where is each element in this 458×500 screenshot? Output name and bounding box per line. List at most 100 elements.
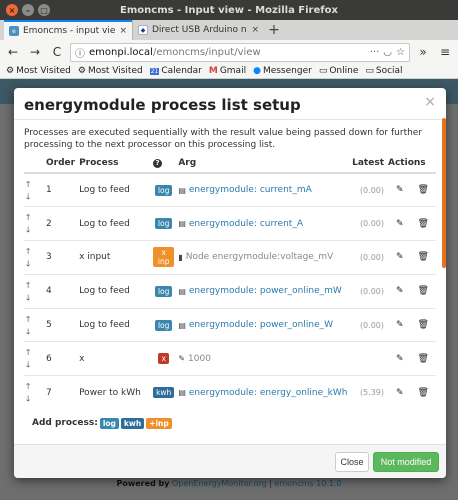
- bookmark-calendar[interactable]: 21 Calendar: [149, 66, 202, 76]
- row-process: x input: [77, 240, 152, 275]
- move-up-arrow-icon[interactable]: 🡑: [26, 180, 42, 188]
- bookmark-online[interactable]: ▭ Online: [319, 66, 359, 76]
- hamburger-menu-icon[interactable]: ≡: [436, 43, 454, 61]
- row-arg[interactable]: energymodule: power_online_W: [189, 320, 333, 330]
- move-down-arrow-icon[interactable]: 🡓: [26, 327, 42, 335]
- row-order: 3: [44, 240, 78, 275]
- add-log-badge[interactable]: log: [99, 417, 119, 429]
- add-kwh-badge[interactable]: kwh: [120, 417, 145, 429]
- window-close-button[interactable]: ×: [6, 4, 18, 16]
- move-up-arrow-icon[interactable]: 🡑: [26, 383, 42, 391]
- gear-icon: ⚙: [77, 66, 86, 76]
- window-minimize-button[interactable]: –: [22, 4, 34, 16]
- edit-pencil-icon[interactable]: ✎: [396, 185, 404, 195]
- process-list-modal: energymodule process list setup × Proces…: [14, 88, 446, 478]
- move-down-arrow-icon[interactable]: 🡓: [26, 259, 42, 267]
- edit-pencil-icon[interactable]: ✎: [396, 388, 404, 398]
- table-row: 🡑 🡓 3 x input x inp ▮ Node energymodule:voltag…: [24, 240, 436, 275]
- add-inp-badge[interactable]: +inp: [146, 417, 172, 429]
- edit-pencil-icon[interactable]: ✎: [396, 252, 404, 262]
- sidebar-overflow-icon[interactable]: »: [414, 43, 432, 61]
- edit-pencil-icon[interactable]: ✎: [396, 286, 404, 296]
- row-process: Log to feed: [77, 172, 152, 207]
- header-actions: Actions: [386, 157, 436, 174]
- move-up-arrow-icon[interactable]: 🡑: [26, 349, 42, 357]
- row-arg[interactable]: energymodule: energy_online_kWh: [189, 388, 348, 398]
- tab-close-icon[interactable]: ×: [251, 25, 259, 35]
- bookmark-star-icon[interactable]: ☆: [396, 47, 405, 58]
- bookmark-most-visited-1[interactable]: ⚙ Most Visited: [6, 66, 71, 76]
- delete-trash-icon[interactable]: 🗑: [418, 252, 429, 262]
- back-arrow-icon[interactable]: ←: [4, 43, 22, 61]
- tab-close-icon[interactable]: ×: [119, 26, 127, 36]
- window-maximize-button[interactable]: □: [38, 4, 50, 16]
- row-latest: (0.00): [350, 273, 386, 309]
- delete-trash-icon[interactable]: 🗑: [418, 286, 429, 296]
- row-process: Log to feed: [77, 307, 152, 342]
- feed-icon: ▤: [178, 320, 186, 330]
- page-actions-icon[interactable]: ···: [370, 47, 380, 58]
- row-latest: [350, 341, 386, 376]
- tab-arduino[interactable]: ◆ Direct USB Arduino not s ×: [132, 20, 264, 40]
- row-arg[interactable]: energymodule: current_A: [189, 219, 303, 229]
- help-icon[interactable]: ?: [151, 157, 177, 174]
- bookmark-social[interactable]: ▭ Social: [365, 66, 402, 76]
- row-order: 7: [44, 375, 78, 410]
- move-down-arrow-icon[interactable]: 🡓: [26, 293, 42, 301]
- row-latest: (5.39): [350, 375, 386, 410]
- tab-label: Emoncms - input view: [23, 26, 116, 36]
- forward-arrow-icon[interactable]: →: [26, 43, 44, 61]
- close-button[interactable]: Close: [335, 452, 369, 472]
- reload-icon[interactable]: C: [48, 43, 66, 61]
- info-icon[interactable]: ⓘ: [75, 45, 85, 60]
- url-bar[interactable]: ⓘ emonpi.local/emoncms/input/view ··· ◡ …: [70, 42, 410, 62]
- row-arg[interactable]: energymodule: current_mA: [189, 185, 312, 195]
- delete-trash-icon[interactable]: 🗑: [418, 219, 429, 229]
- footer-link[interactable]: OpenEnergyMonitor.org: [172, 479, 267, 488]
- move-down-arrow-icon[interactable]: 🡓: [26, 395, 42, 403]
- save-button[interactable]: Not modified: [373, 452, 439, 472]
- delete-trash-icon[interactable]: 🗑: [418, 320, 429, 330]
- row-arg[interactable]: energymodule: power_online_mW: [189, 286, 342, 296]
- add-process-label: Add process:: [32, 418, 98, 429]
- move-down-arrow-icon[interactable]: 🡓: [26, 226, 42, 234]
- row-arg: 1000: [188, 353, 211, 364]
- modal-header: energymodule process list setup ×: [14, 88, 446, 120]
- edit-pencil-icon[interactable]: ✎: [396, 219, 404, 229]
- modal-scrollbar[interactable]: [442, 118, 446, 268]
- edit-pencil-icon[interactable]: ✎: [396, 354, 404, 364]
- bookmark-label: Most Visited: [87, 66, 143, 76]
- delete-trash-icon[interactable]: 🗑: [418, 388, 429, 398]
- move-up-arrow-icon[interactable]: 🡑: [26, 214, 42, 222]
- modal-close-icon[interactable]: ×: [424, 94, 436, 110]
- new-tab-button[interactable]: +: [264, 20, 284, 40]
- table-row: 🡑 🡓 5 Log to feed log ▤ energymodule: power_on…: [24, 307, 436, 342]
- footer-version[interactable]: emoncms 10.1.0: [275, 479, 342, 488]
- delete-trash-icon[interactable]: 🗑: [418, 185, 429, 195]
- gmail-icon: M: [208, 66, 218, 76]
- move-down-arrow-icon[interactable]: 🡓: [26, 361, 42, 369]
- edit-value-icon: ✎: [178, 354, 186, 364]
- bookmark-most-visited-2[interactable]: ⚙ Most Visited: [78, 66, 143, 76]
- window-title: Emoncms - Input view - Mozilla Firefox: [120, 4, 338, 16]
- tab-label: Direct USB Arduino not s: [152, 25, 247, 35]
- bookmark-gmail[interactable]: M Gmail: [209, 66, 246, 76]
- move-down-arrow-icon[interactable]: 🡓: [26, 192, 42, 200]
- row-latest: (0.00): [350, 240, 386, 275]
- tab-emoncms[interactable]: e Emoncms - input view ×: [4, 20, 132, 40]
- delete-trash-icon[interactable]: 🗑: [418, 354, 429, 364]
- table-row: 🡑 🡓 1 Log to feed log ▤ energymodule: current_…: [24, 172, 436, 207]
- move-up-arrow-icon[interactable]: 🡑: [26, 281, 42, 289]
- row-order: 2: [44, 206, 78, 241]
- header-latest: Latest: [350, 157, 386, 174]
- move-up-arrow-icon[interactable]: 🡑: [26, 315, 42, 323]
- add-process-row: Add process: log kwh +inp: [24, 417, 436, 429]
- bookmark-label: Social: [375, 66, 403, 76]
- edit-pencil-icon[interactable]: ✎: [396, 320, 404, 330]
- pocket-icon[interactable]: ◡: [383, 47, 392, 58]
- bookmark-messenger[interactable]: ● Messenger: [253, 66, 312, 76]
- navigation-bar: ← → C ⓘ emonpi.local/emoncms/input/view …: [0, 40, 458, 64]
- move-up-arrow-icon[interactable]: 🡑: [26, 247, 42, 255]
- process-type-badge: log: [154, 218, 173, 230]
- row-order: 5: [44, 307, 78, 342]
